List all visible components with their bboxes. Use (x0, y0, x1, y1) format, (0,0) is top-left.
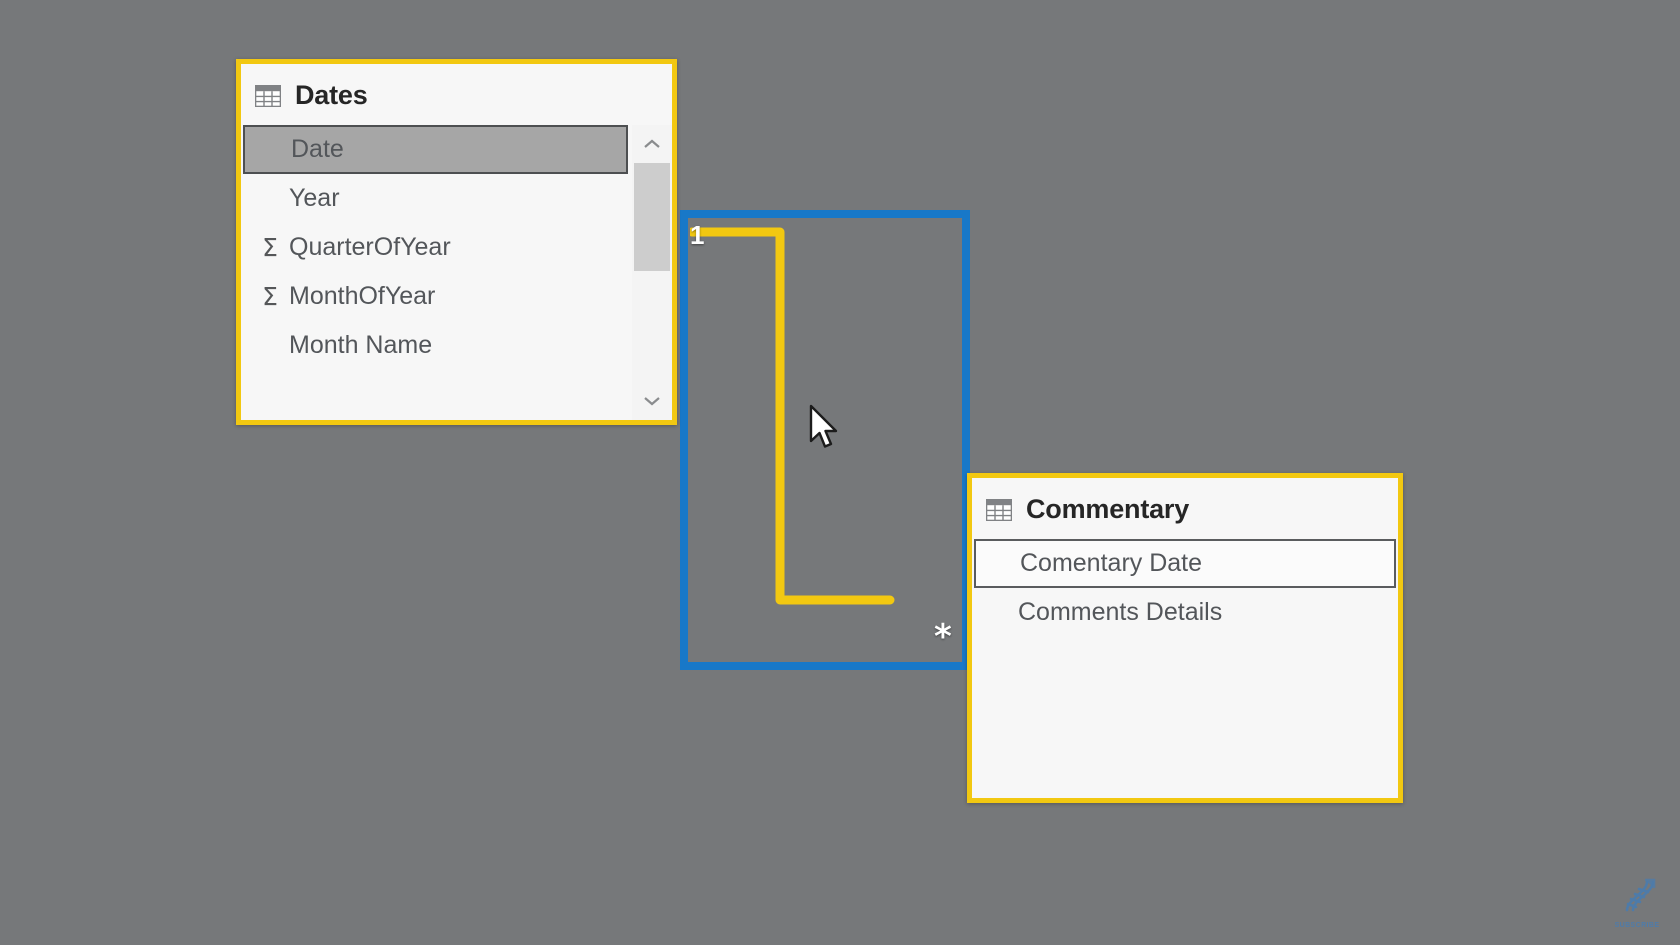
field-row-monthofyear[interactable]: Σ MonthOfYear (241, 272, 630, 321)
chevron-down-icon[interactable] (632, 382, 672, 420)
field-row-comments-details[interactable]: Comments Details (972, 588, 1398, 637)
table-title: Dates (295, 80, 368, 110)
sigma-icon: Σ (262, 282, 278, 311)
field-row-year[interactable]: Year (241, 174, 630, 223)
sigma-icon: Σ (262, 233, 278, 262)
relationship-cardinality-one: 1 (690, 220, 705, 250)
field-label: QuarterOfYear (289, 233, 451, 261)
table-icon (254, 84, 282, 107)
relationship-selection-box[interactable] (680, 210, 970, 670)
field-label: MonthOfYear (289, 282, 436, 310)
field-label: Year (289, 184, 340, 212)
scrollbar-track[interactable] (632, 163, 672, 382)
field-row-comentary-date[interactable]: Comentary Date (974, 539, 1396, 588)
field-row-month-name[interactable]: Month Name (241, 321, 630, 370)
field-row-date[interactable]: Date (243, 125, 628, 174)
field-list-scrollbar[interactable] (632, 125, 672, 420)
dna-helix-icon (1625, 878, 1656, 912)
chevron-up-icon[interactable] (632, 125, 672, 163)
field-row-quarterofyear[interactable]: Σ QuarterOfYear (241, 223, 630, 272)
table-card-dates[interactable]: Dates Date Year Σ QuarterOfYear Σ MonthO… (236, 59, 677, 425)
table-title: Commentary (1026, 494, 1190, 524)
field-label: Comments Details (1018, 598, 1223, 626)
table-header-commentary: Commentary (972, 478, 1398, 539)
field-label: Date (291, 135, 344, 163)
scrollbar-thumb[interactable] (634, 163, 670, 271)
table-header-dates: Dates (241, 64, 672, 125)
relationship-cardinality-many: * (934, 617, 952, 657)
table-card-commentary[interactable]: Commentary Comentary Date Comments Detai… (967, 473, 1403, 803)
field-list-commentary: Comentary Date Comments Details (972, 539, 1398, 798)
field-label: Comentary Date (1020, 549, 1203, 577)
table-icon (985, 498, 1013, 521)
field-label: Month Name (289, 331, 433, 359)
field-list-dates: Date Year Σ QuarterOfYear Σ MonthOfYear … (241, 125, 672, 420)
subscribe-watermark[interactable]: SUBSCRIBE (1606, 876, 1668, 934)
model-view-canvas[interactable]: 1 * Dates Date Year Σ QuarterOfYear Σ Mo… (0, 0, 1680, 945)
watermark-label: SUBSCRIBE (1614, 922, 1660, 929)
